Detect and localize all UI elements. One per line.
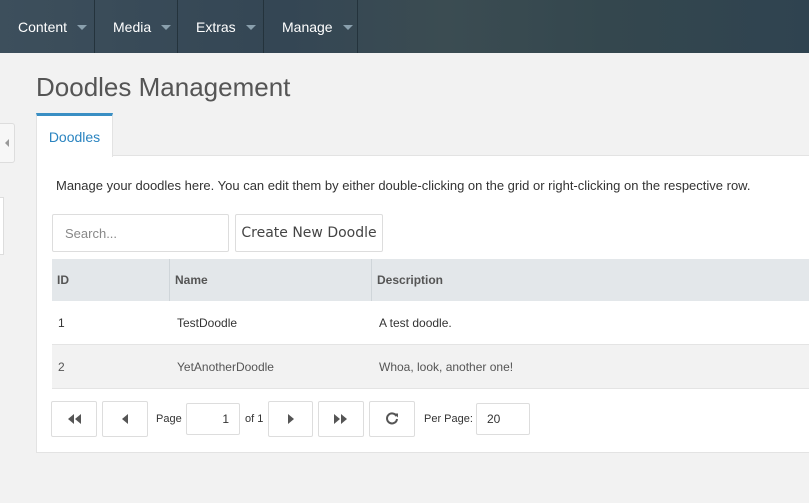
chevron-down-icon (77, 25, 88, 30)
last-page-button[interactable] (318, 401, 364, 437)
page-label: Page (156, 413, 182, 425)
top-navigation: Content Media Extras Manage (0, 0, 809, 53)
nav-item-label: Content (18, 18, 68, 35)
column-header-name[interactable]: Name (170, 259, 372, 301)
chevron-down-icon (245, 25, 256, 30)
page-count-label: of 1 (245, 413, 264, 425)
next-page-button[interactable] (268, 401, 313, 437)
nav-item-media[interactable]: Media (95, 0, 178, 53)
chevron-down-icon (342, 25, 353, 30)
nav-item-content[interactable]: Content (0, 0, 95, 53)
cell-name: TestDoodle (177, 315, 238, 330)
table-row[interactable]: 2 YetAnotherDoodle Whoa, look, another o… (52, 345, 809, 389)
cell-name: YetAnotherDoodle (177, 359, 274, 374)
doodles-grid: ID Name Description 1 TestDoodle A test … (52, 259, 809, 389)
grid-header: ID Name Description (52, 259, 809, 301)
table-row[interactable]: 1 TestDoodle A test doodle. (52, 301, 809, 345)
tab-doodles[interactable]: Doodles (36, 113, 113, 157)
nav-item-label: Extras (196, 18, 236, 35)
cell-id: 1 (58, 315, 65, 330)
page-number-input[interactable] (186, 403, 240, 435)
intro-text: Manage your doodles here. You can edit t… (56, 178, 751, 193)
search-input[interactable] (52, 214, 229, 252)
double-chevron-left-icon (68, 414, 81, 424)
refresh-button[interactable] (369, 401, 415, 437)
per-page-input[interactable] (476, 403, 530, 435)
chevron-down-icon (161, 25, 172, 30)
create-doodle-button[interactable]: Create New Doodle (235, 214, 383, 252)
cell-description: A test doodle. (379, 315, 452, 330)
cell-id: 2 (58, 359, 65, 374)
chevron-right-icon (287, 414, 294, 424)
double-chevron-right-icon (334, 414, 347, 424)
prev-page-button[interactable] (102, 401, 148, 437)
first-page-button[interactable] (51, 401, 97, 437)
page-title: Doodles Management (36, 72, 291, 102)
nav-item-label: Manage (282, 18, 333, 35)
chevron-left-icon (5, 139, 9, 147)
nav-item-manage[interactable]: Manage (264, 0, 358, 53)
refresh-icon (386, 412, 398, 425)
nav-item-label: Media (113, 18, 152, 35)
column-header-id[interactable]: ID (52, 259, 170, 301)
per-page-label: Per Page: (424, 413, 473, 425)
sidebar-edge (0, 197, 4, 255)
nav-item-extras[interactable]: Extras (178, 0, 264, 53)
sidebar-toggle[interactable] (0, 123, 15, 163)
column-header-description[interactable]: Description (372, 259, 809, 301)
cell-description: Whoa, look, another one! (379, 359, 514, 374)
chevron-left-icon (122, 414, 128, 424)
